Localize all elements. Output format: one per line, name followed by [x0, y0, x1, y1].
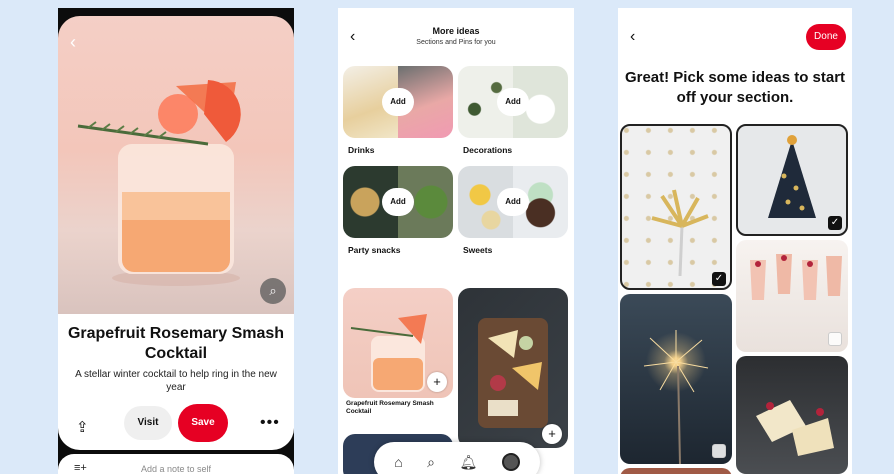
pin-card-cheese-board[interactable]: +: [458, 288, 568, 448]
share-icon[interactable]: ⇪: [76, 418, 89, 436]
selected-check-icon[interactable]: ✓: [712, 272, 726, 286]
cocktail-photo: [77, 80, 241, 286]
save-plus-button[interactable]: +: [542, 424, 562, 444]
search-icon[interactable]: ⌕: [427, 454, 435, 471]
back-icon[interactable]: ‹: [630, 28, 635, 46]
idea-image-partial[interactable]: [620, 468, 732, 474]
idea-image-champagne[interactable]: [736, 240, 848, 352]
notifications-icon[interactable]: 🔔︎: [459, 454, 477, 471]
page-subtitle: Sections and Pins for you: [416, 39, 496, 46]
pin-card-cocktail[interactable]: +: [343, 288, 453, 398]
add-button[interactable]: Add: [382, 88, 414, 116]
visual-search-icon[interactable]: ⌕: [260, 278, 286, 304]
confetti-popper-photo: [651, 189, 709, 277]
add-button[interactable]: Add: [382, 188, 414, 216]
idea-image-sparkler[interactable]: [620, 294, 732, 464]
section-label: Decorations: [463, 145, 513, 155]
pick-ideas-screen: ‹ Done Great! Pick some ideas to start o…: [618, 8, 852, 474]
save-plus-button[interactable]: +: [427, 372, 447, 392]
note-to-self-bar[interactable]: ≡+ Add a note to self: [58, 454, 294, 474]
profile-avatar[interactable]: [501, 453, 520, 471]
more-options-icon[interactable]: •••: [260, 414, 280, 432]
idea-image-party-hat[interactable]: ✓: [736, 124, 848, 236]
pin-title: Grapefruit Rosemary Smash Cocktail: [67, 325, 285, 362]
add-button[interactable]: Add: [497, 88, 529, 116]
home-icon[interactable]: ⌂: [394, 454, 402, 470]
more-ideas-screen: ‹ More ideas Sections and Pins for you A…: [338, 8, 574, 474]
section-tile-drinks[interactable]: Add: [343, 66, 453, 138]
idea-image-confetti[interactable]: ✓: [620, 124, 732, 290]
selected-check-icon[interactable]: ✓: [828, 216, 842, 230]
add-button[interactable]: Add: [497, 188, 529, 216]
back-icon[interactable]: ‹: [70, 32, 76, 53]
pin-detail-screen: ‹ ⌕ Grapefruit Rosemary Smash Cocktail A…: [58, 8, 294, 474]
page-title: More ideas: [432, 26, 480, 36]
pin-description: A stellar winter cocktail to help ring i…: [75, 369, 277, 393]
pin-label: Grapefruit Rosemary Smash Cocktail: [346, 400, 434, 415]
section-label: Drinks: [348, 145, 375, 155]
unselected-check-icon[interactable]: [828, 332, 842, 346]
section-tile-sweets[interactable]: Add: [458, 166, 568, 238]
visit-button[interactable]: Visit: [124, 406, 172, 440]
sparkler-photo: [643, 330, 709, 464]
bottom-nav: ⌂ ⌕ 🔔︎: [374, 442, 540, 474]
section-tile-decorations[interactable]: Add: [458, 66, 568, 138]
section-label: Party snacks: [348, 245, 401, 255]
pin-info-card: Grapefruit Rosemary Smash Cocktail A ste…: [58, 314, 294, 450]
idea-image-cheese[interactable]: [736, 356, 848, 474]
unselected-check-icon[interactable]: [712, 444, 726, 458]
section-tile-party-snacks[interactable]: Add: [343, 166, 453, 238]
page-headline: Great! Pick some ideas to start off your…: [624, 69, 846, 106]
done-button[interactable]: Done: [806, 24, 846, 50]
note-input[interactable]: Add a note to self: [58, 464, 294, 474]
cheese-photo: [756, 400, 834, 456]
save-button[interactable]: Save: [178, 404, 228, 442]
pin-image[interactable]: ‹ ⌕: [58, 16, 294, 314]
section-label: Sweets: [463, 245, 493, 255]
